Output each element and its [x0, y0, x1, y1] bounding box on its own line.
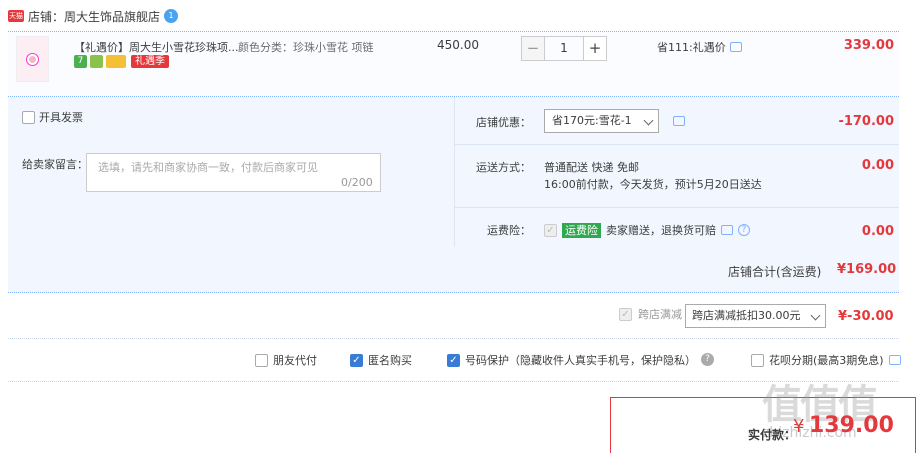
- anonymous-checkbox[interactable]: ✓: [350, 353, 363, 367]
- cross-store-select[interactable]: 跨店满减抵扣30.00元: [685, 304, 826, 328]
- promo-tag: 礼遇季: [131, 55, 169, 68]
- insurance-checkbox: ✓: [544, 223, 557, 237]
- shop-discount-amount: -170.00: [838, 114, 894, 129]
- shipping-info: 普通配送 快递 免邮 16:00前付款，今天发货，预计5月20日送达: [544, 159, 762, 193]
- guarantee-icon[interactable]: [90, 55, 103, 68]
- anonymous-option[interactable]: ✓ 匿名购买: [350, 352, 412, 368]
- cross-store-option: ✓ 跨店满减: [619, 306, 682, 322]
- shipping-eta: 16:00前付款，今天发货，预计5月20日送达: [544, 178, 762, 191]
- huabei-label: 花呗分期(最高3期免息): [769, 354, 884, 367]
- service-icons: 7 礼遇季: [74, 55, 169, 68]
- subtotal-label: 店铺合计(含运费): [728, 265, 822, 279]
- shop-discount-value: 省170元:雪花-1: [552, 114, 632, 127]
- qty-input[interactable]: 1: [545, 36, 583, 61]
- tmall-logo-icon: 天猫: [8, 10, 24, 22]
- item-discount-note: 省111:礼遇价: [657, 39, 742, 55]
- pendant-image-icon: [27, 54, 38, 65]
- subtotal-value: ¥169.00: [837, 262, 897, 277]
- cross-store-value: 跨店满减抵扣30.00元: [692, 309, 801, 322]
- qty-plus-button[interactable]: +: [583, 36, 607, 61]
- payment-currency: ¥: [793, 416, 805, 437]
- comment-icon[interactable]: [729, 42, 742, 52]
- insurance-row: ✓ 运费险 卖家赠送，退换货可赔 ?: [544, 222, 750, 238]
- help-icon[interactable]: ?: [738, 224, 750, 236]
- shipping-method: 普通配送 快递 免邮: [544, 161, 639, 174]
- payment-label: 实付款：: [748, 428, 797, 442]
- wangwang-chat-icon[interactable]: 1: [164, 9, 179, 23]
- huabei-option[interactable]: 花呗分期(最高3期免息): [751, 352, 901, 368]
- insurance-desc: 卖家赠送，退换货可赔: [606, 224, 716, 237]
- shop-discount-label: 店铺优惠：: [476, 116, 531, 129]
- comment-icon[interactable]: [888, 355, 901, 365]
- chevron-down-icon: [810, 310, 821, 321]
- divider: [454, 144, 899, 145]
- message-char-count: 0/200: [341, 176, 373, 189]
- credit-card-icon[interactable]: [106, 55, 126, 68]
- cross-store-label: 跨店满减: [638, 308, 682, 321]
- divider: [454, 207, 899, 208]
- shipping-amount: 0.00: [861, 158, 894, 173]
- friend-pay-option[interactable]: 朋友代付: [255, 352, 317, 368]
- number-protect-checkbox[interactable]: ✓: [447, 353, 460, 367]
- quantity-stepper: − 1 +: [521, 36, 607, 61]
- invoice-label: 开具发票: [39, 111, 83, 124]
- cross-store-checkbox: ✓: [619, 307, 632, 321]
- shop-name[interactable]: 店铺：周大生饰品旗舰店: [28, 8, 160, 25]
- qty-minus-button[interactable]: −: [521, 36, 545, 61]
- product-title-link[interactable]: 【礼遇价】周大生小雪花珍珠项...: [74, 39, 239, 55]
- payment-total: 139.00: [809, 413, 894, 438]
- message-placeholder: 选填，请先和商家协商一致，付款后商家可见: [98, 161, 318, 174]
- insurance-amount: 0.00: [861, 224, 894, 239]
- discount-text: 省111:礼遇价: [657, 41, 726, 54]
- huabei-checkbox[interactable]: [751, 353, 764, 367]
- invoice-checkbox[interactable]: [22, 110, 35, 124]
- insurance-label: 运费险：: [487, 224, 531, 237]
- anonymous-label: 匿名购买: [368, 354, 412, 367]
- comment-icon[interactable]: [721, 225, 733, 235]
- comment-icon[interactable]: [673, 116, 685, 126]
- cross-store-amount: ¥-30.00: [838, 309, 894, 324]
- shipping-label: 运送方式：: [476, 161, 531, 174]
- chevron-down-icon: [643, 115, 654, 126]
- number-protect-option[interactable]: ✓ 号码保护（隐藏收件人真实手机号，保护隐私）: [447, 352, 696, 368]
- friend-pay-label: 朋友代付: [273, 354, 317, 367]
- seven-day-return-icon[interactable]: 7: [74, 55, 87, 68]
- friend-pay-checkbox[interactable]: [255, 353, 268, 367]
- shop-discount-select[interactable]: 省170元:雪花-1: [544, 109, 659, 133]
- invoice-option[interactable]: 开具发票: [22, 109, 83, 125]
- message-label: 给卖家留言：: [22, 158, 88, 171]
- item-total: 339.00: [843, 38, 894, 53]
- unit-price: 450.00: [437, 38, 479, 52]
- shop-header: 天猫 店铺：周大生饰品旗舰店 1: [8, 6, 179, 26]
- number-protect-label: 号码保护（隐藏收件人真实手机号，保护隐私）: [465, 354, 696, 367]
- product-spec: 颜色分类：珍珠小雪花 项链: [238, 41, 374, 54]
- divider: [8, 338, 899, 339]
- insurance-tag: 运费险: [562, 222, 601, 238]
- question-icon[interactable]: ?: [701, 353, 714, 366]
